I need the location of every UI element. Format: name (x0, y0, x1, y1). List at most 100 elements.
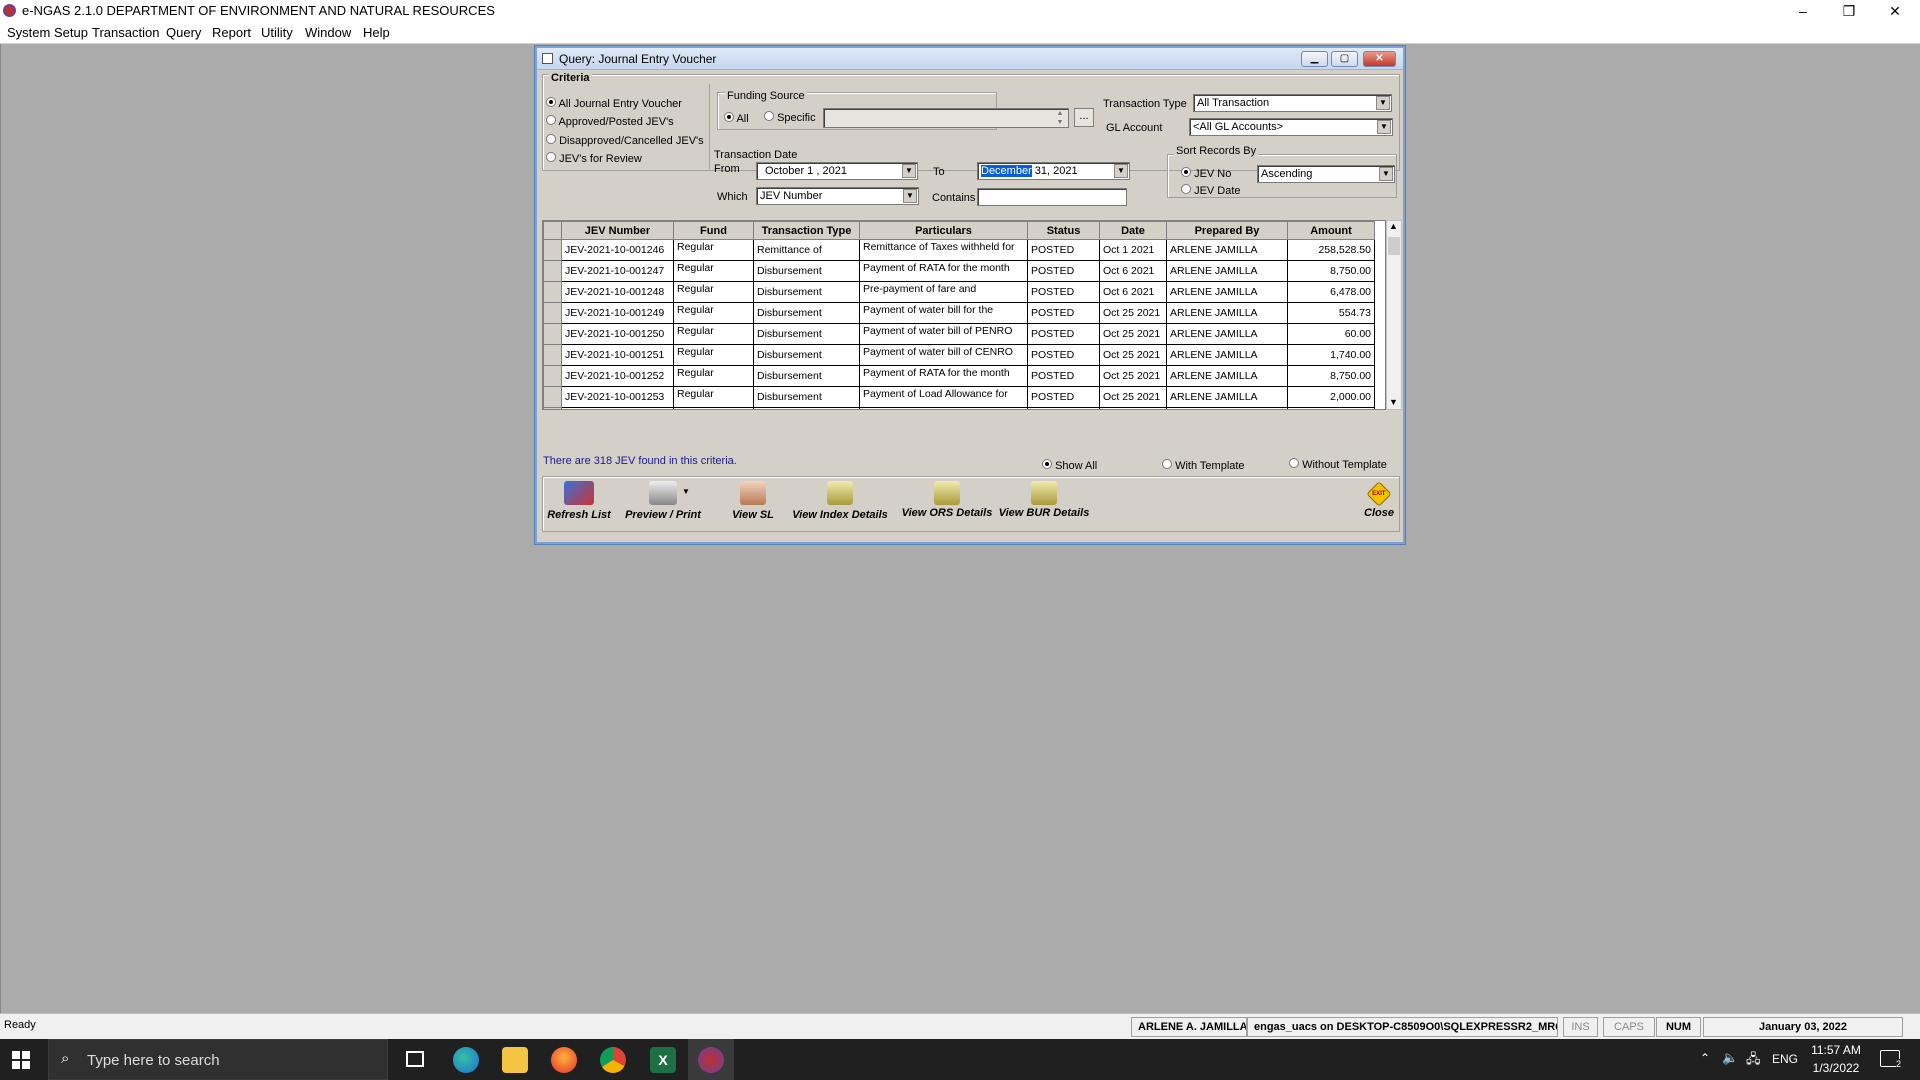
restore-icon[interactable]: ❐ (1826, 0, 1872, 22)
cell-jev-number[interactable]: JEV-2021-10-001249 (561, 302, 674, 324)
tray-chevron-icon[interactable]: ⌃ (1700, 1051, 1710, 1065)
col-particulars[interactable]: Particulars (859, 221, 1028, 240)
cell-fund[interactable]: Regular (673, 365, 754, 387)
window-close-button[interactable]: ✕ (1363, 51, 1396, 67)
chevron-down-icon[interactable]: ▼ (1377, 120, 1391, 134)
cell-amount[interactable]: 8,750.00 (1287, 365, 1375, 387)
minimize-icon[interactable]: – (1780, 0, 1826, 22)
cell-particulars[interactable]: Pre-payment of fare and (859, 281, 1028, 303)
clock-time[interactable]: 11:57 AM (1808, 1043, 1864, 1057)
radio-icon[interactable] (1042, 459, 1052, 469)
task-view-icon[interactable] (406, 1051, 424, 1067)
filter-approved-jev[interactable]: Approved/Posted JEV's (546, 115, 674, 128)
network-icon[interactable]: 🖧 (1746, 1050, 1761, 1072)
to-month-selected[interactable]: December (981, 165, 1032, 177)
jev-results-table[interactable]: JEV Number Fund Transaction Type Particu… (542, 220, 1386, 410)
contains-input[interactable] (977, 188, 1127, 206)
cell-date[interactable]: Oct 6 2021 (1099, 260, 1167, 282)
table-row[interactable]: JEV-2021-10-001254RegularDisbursementPay… (543, 407, 1375, 409)
cell-date[interactable]: Oct 6 2021 (1099, 281, 1167, 303)
scroll-down-icon[interactable]: ▼ (1389, 397, 1398, 407)
cell-particulars[interactable]: Payment of water bill of PENRO (859, 323, 1028, 345)
cell-status[interactable]: POSTED (1027, 239, 1100, 261)
cell-status[interactable]: POSTED (1027, 407, 1100, 409)
cell-transaction-type[interactable]: Disbursement (753, 407, 860, 409)
view-sl-button[interactable]: View SL (728, 477, 778, 523)
cell-prepared-by[interactable]: ARLENE JAMILLA (1166, 239, 1288, 261)
cell-fund[interactable]: Regular (673, 323, 754, 345)
cell-status[interactable]: POSTED (1027, 344, 1100, 366)
cell-particulars[interactable]: Payment of Load Allowance for (859, 407, 1028, 409)
col-date[interactable]: Date (1099, 221, 1167, 240)
funding-all-radio[interactable]: All (724, 112, 749, 125)
col-amount[interactable]: Amount (1287, 221, 1375, 240)
table-row[interactable]: JEV-2021-10-001247 Regular Disbursement Pay… (543, 260, 1375, 282)
cell-status[interactable]: POSTED (1027, 386, 1100, 408)
cell-jev-number[interactable]: JEV-2021-10-001247 (561, 260, 674, 282)
cell-prepared-by[interactable]: ARLENE JAMILLA (1166, 281, 1288, 303)
cell-particulars[interactable]: Payment of water bill of CENRO (859, 344, 1028, 366)
menu-system-setup[interactable]: System Setup (7, 25, 88, 40)
cell-fund[interactable]: Regular (673, 281, 754, 303)
preview-print-button[interactable]: ▼ Preview / Print (621, 477, 705, 523)
radio-icon[interactable] (546, 97, 556, 107)
radio-icon[interactable] (546, 115, 556, 125)
table-row[interactable]: JEV-2021-10-001246 Regular Remittance of Re… (543, 239, 1375, 261)
cell-date[interactable]: Oct 1 2021 (1099, 239, 1167, 261)
template-with-radio[interactable]: With Template (1162, 459, 1245, 472)
chevron-down-icon[interactable]: ▼ (903, 189, 917, 203)
funding-specific-field[interactable] (823, 108, 1069, 128)
cell-fund[interactable]: Regular (673, 260, 754, 282)
cell-amount[interactable]: 6,478.00 (1287, 281, 1375, 303)
view-index-details-button[interactable]: View Index Details (788, 477, 892, 523)
radio-icon[interactable] (1289, 458, 1299, 468)
window-maximize-button[interactable]: ▢ (1331, 51, 1358, 67)
cell-jev-number[interactable]: JEV-2021-10-001251 (561, 344, 674, 366)
transaction-type-select[interactable]: All Transaction ▼ (1193, 94, 1392, 112)
chevron-down-icon[interactable]: ▼ (1376, 96, 1390, 110)
cell-jev-number[interactable]: JEV-2021-10-001253 (561, 386, 674, 408)
cell-prepared-by[interactable]: ARLENE JAMILLA (1166, 260, 1288, 282)
chevron-down-icon[interactable]: ▼ (902, 164, 916, 178)
cell-transaction-type[interactable]: Disbursement (753, 365, 860, 387)
cell-amount[interactable]: 4,000.00 (1287, 407, 1375, 409)
row-selector[interactable] (543, 407, 562, 409)
volume-icon[interactable]: 🔈 (1722, 1050, 1738, 1066)
filter-disapproved-jev[interactable]: Disapproved/Cancelled JEV's (546, 134, 704, 147)
cell-amount[interactable]: 8,750.00 (1287, 260, 1375, 282)
radio-icon[interactable] (546, 152, 556, 162)
cell-fund[interactable]: Regular (673, 239, 754, 261)
cell-amount[interactable]: 1,740.00 (1287, 344, 1375, 366)
cell-date[interactable]: Oct 25 2021 (1099, 407, 1167, 409)
cell-amount[interactable]: 554.73 (1287, 302, 1375, 324)
language-indicator[interactable]: ENG (1772, 1052, 1798, 1066)
col-status[interactable]: Status (1027, 221, 1100, 240)
cell-date[interactable]: Oct 25 2021 (1099, 344, 1167, 366)
table-row[interactable]: JEV-2021-10-001250 Regular Disbursement Pay… (543, 323, 1375, 345)
table-row[interactable]: JEV-2021-10-001248 Regular Disbursement Pre… (543, 281, 1375, 303)
row-selector[interactable] (543, 365, 562, 387)
gl-account-select[interactable]: <All GL Accounts> ▼ (1189, 118, 1393, 136)
close-button[interactable]: EXIT Close (1361, 477, 1397, 523)
cell-particulars[interactable]: Payment of RATA for the month (859, 260, 1028, 282)
taskbar-search-box[interactable]: ⌕ Type here to search (48, 1039, 388, 1080)
cell-date[interactable]: Oct 25 2021 (1099, 365, 1167, 387)
row-selector[interactable] (543, 302, 562, 324)
scroll-thumb[interactable] (1388, 237, 1400, 255)
spin-icon[interactable]: ▲ ▼ (1054, 109, 1066, 127)
cell-particulars[interactable]: Remittance of Taxes withheld for (859, 239, 1028, 261)
edge-icon[interactable] (453, 1047, 479, 1073)
cell-particulars[interactable]: Payment of Load Allowance for (859, 386, 1028, 408)
cell-transaction-type[interactable]: Disbursement (753, 323, 860, 345)
cell-prepared-by[interactable]: ARLENE JAMILLA (1166, 323, 1288, 345)
firefox-icon[interactable] (551, 1047, 577, 1073)
cell-status[interactable]: POSTED (1027, 281, 1100, 303)
dropdown-arrow-icon[interactable]: ▼ (682, 487, 690, 496)
clock-date[interactable]: 1/3/2022 (1808, 1061, 1864, 1075)
window-minimize-button[interactable]: ▁ (1301, 51, 1328, 67)
cell-date[interactable]: Oct 25 2021 (1099, 302, 1167, 324)
cell-particulars[interactable]: Payment of RATA for the month (859, 365, 1028, 387)
cell-transaction-type[interactable]: Disbursement (753, 281, 860, 303)
menu-transaction[interactable]: Transaction (92, 25, 159, 40)
cell-particulars[interactable]: Payment of water bill for the (859, 302, 1028, 324)
